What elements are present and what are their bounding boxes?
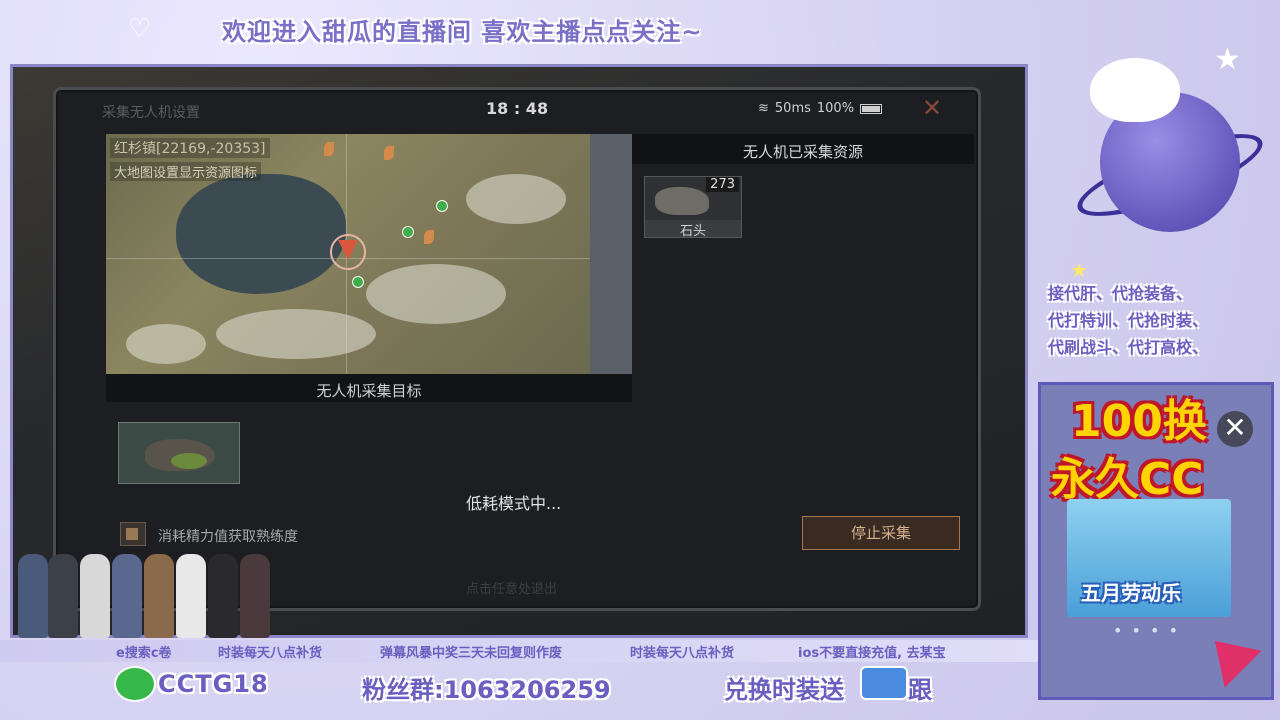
ticker-item: ios不要直接充值, 去某宝	[798, 646, 946, 661]
collected-header-label: 无人机已采集资源	[742, 143, 863, 161]
scrolling-ticker: e搜索c卷 时装每天八点补货 弹幕风暴中奖三天未回复则作废 时装每天八点补货 i…	[0, 640, 1040, 662]
collected-header: 无人机已采集资源	[632, 134, 974, 164]
wifi-icon: ≋	[758, 101, 769, 116]
fans-group: 粉丝群:1063206259	[362, 676, 611, 704]
target-resource-slot[interactable]	[118, 422, 240, 484]
resource-leaf-icon[interactable]	[384, 146, 394, 160]
service-line: 接代肝、代抢装备、	[1048, 284, 1193, 303]
stone-icon	[655, 187, 709, 215]
follow-text: 跟	[908, 676, 932, 704]
collected-item[interactable]: 273 石头	[644, 176, 742, 239]
character-figure	[48, 554, 78, 638]
minimap[interactable]: 红杉镇[22169,-20353] 大地图设置显示资源图标	[106, 134, 590, 374]
map-side-strip	[590, 134, 632, 374]
stop-collect-button[interactable]: 停止采集	[802, 516, 960, 550]
pointer-arrow-icon	[1196, 622, 1262, 688]
character-figure	[176, 554, 206, 638]
ad-poster-title: 五月劳动乐	[1081, 581, 1181, 605]
character-figure	[208, 554, 238, 638]
resource-leaf-icon[interactable]	[324, 142, 334, 156]
ticker-item: 弹幕风暴中奖三天未回复则作废	[380, 646, 563, 661]
item-count: 273	[706, 177, 739, 192]
drone-settings-panel: 采集无人机设置 18 : 48 ≋ 50ms 100% ✕ 红杉镇[22169,…	[53, 87, 981, 611]
service-line: 代刷战斗、代打高校、	[1048, 338, 1209, 357]
item-name: 石头	[645, 220, 741, 239]
target-header-label: 无人机采集目标	[316, 382, 422, 400]
services-text: 接代肝、代抢装备、 代打特训、代抢时装、 代刷战斗、代打高校、	[1048, 280, 1274, 361]
terrain-patch	[216, 309, 376, 359]
clock: 18 : 48	[486, 99, 549, 118]
wechat-icon	[114, 666, 156, 702]
ad-pagination-dots: • • • •	[1113, 621, 1181, 640]
battery-icon	[860, 103, 883, 114]
ad-headline: 100换	[1071, 396, 1207, 447]
resource-dot-icon[interactable]	[352, 276, 364, 288]
stamina-checkbox-label: 消耗精力值获取熟练度	[158, 529, 298, 545]
character-lineup	[18, 548, 288, 638]
low-power-status: 低耗模式中...	[466, 494, 562, 513]
terrain-patch	[366, 264, 506, 324]
service-line: 代打特训、代抢时装、	[1048, 311, 1209, 330]
welcome-banner: ♡ 欢迎进入甜瓜的直播间 喜欢主播点点关注~	[0, 0, 1040, 58]
star-icon: ★	[1214, 42, 1241, 77]
ping: 50ms	[774, 101, 811, 116]
character-figure	[80, 554, 110, 638]
exit-hint: 点击任意处退出	[466, 582, 558, 597]
coupon-icon	[860, 666, 908, 700]
map-coordinates: 红杉镇[22169,-20353]	[110, 138, 270, 158]
herb-icon	[171, 453, 207, 469]
promo-ad[interactable]: 100换 永久CC ✕ 五月劳动乐 • • • •	[1038, 382, 1274, 700]
character-figure	[112, 554, 142, 638]
panel-topbar: 采集无人机设置 18 : 48 ≋ 50ms 100% ✕	[56, 90, 978, 128]
wechat-id: CCTG18	[158, 670, 269, 698]
heart-wings-icon: ♡	[128, 14, 152, 44]
ticker-item: 时装每天八点补货	[630, 646, 735, 661]
ad-subheadline: 永久CC	[1051, 454, 1204, 505]
ticker-item: 时装每天八点补货	[218, 646, 323, 661]
resource-leaf-icon[interactable]	[424, 230, 434, 244]
ad-close-button[interactable]: ✕	[1217, 411, 1253, 447]
character-figure	[144, 554, 174, 638]
target-header: 无人机采集目标	[106, 374, 632, 402]
welcome-text: 欢迎进入甜瓜的直播间 喜欢主播点点关注~	[222, 18, 703, 46]
lake	[176, 174, 346, 294]
panel-title: 采集无人机设置	[102, 105, 200, 121]
terrain-patch	[466, 174, 566, 224]
status-area: ≋ 50ms 100%	[758, 101, 883, 116]
map-hint: 大地图设置显示资源图标	[110, 162, 262, 181]
battery-percent: 100%	[816, 101, 855, 116]
bunny-mascot-icon	[1090, 58, 1180, 122]
exchange-text: 兑换时装送	[724, 676, 844, 704]
character-figure	[240, 554, 270, 638]
stamina-checkbox[interactable]	[120, 522, 146, 546]
close-button[interactable]: ✕	[922, 94, 942, 122]
resource-dot-icon[interactable]	[436, 200, 448, 212]
character-figure	[18, 554, 48, 638]
terrain-patch	[126, 324, 206, 364]
resource-dot-icon[interactable]	[402, 226, 414, 238]
ticker-item: e搜索c卷	[116, 646, 172, 661]
bottom-info-bar: CCTG18 粉丝群:1063206259 兑换时装送 跟	[70, 662, 1030, 708]
star-icon: ★	[1070, 258, 1088, 282]
player-arrow-icon	[338, 240, 358, 260]
